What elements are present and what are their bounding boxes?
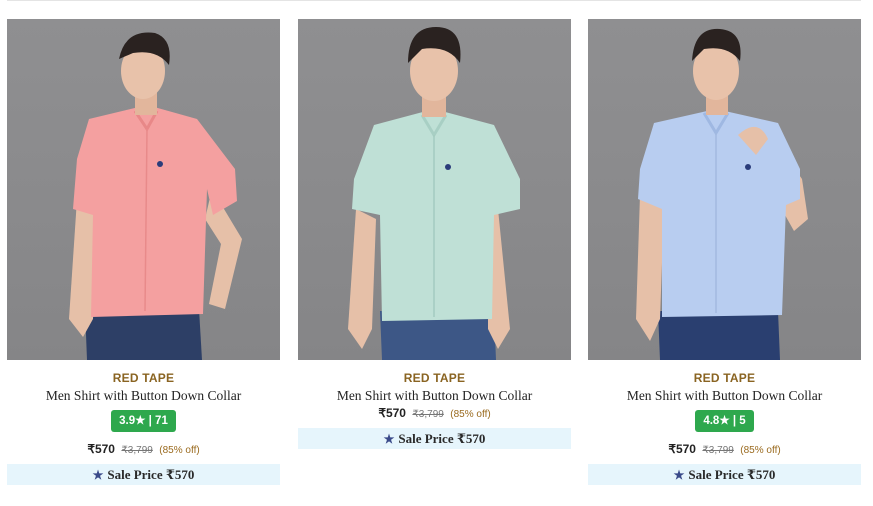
sale-price-banner: ★ Sale Price ₹570	[7, 464, 280, 485]
star-icon: ★	[383, 432, 395, 446]
sale-price-label: Sale Price ₹570	[398, 431, 486, 446]
rating-badge: 3.9★ | 71	[111, 410, 176, 432]
product-title[interactable]: Men Shirt with Button Down Collar	[588, 388, 861, 404]
top-divider	[7, 0, 861, 1]
product-title[interactable]: Men Shirt with Button Down Collar	[7, 388, 280, 404]
product-image[interactable]	[298, 19, 571, 360]
product-image[interactable]	[588, 19, 861, 360]
price-row: ₹570 ₹3,799 (85% off)	[7, 440, 280, 458]
discount-percent: (85% off)	[159, 445, 200, 456]
sale-price: ₹570	[668, 442, 696, 456]
star-icon: ★	[92, 468, 104, 482]
sale-price-label: Sale Price ₹570	[688, 467, 776, 482]
sale-price: ₹570	[378, 406, 406, 420]
original-price: ₹3,799	[412, 409, 444, 420]
original-price: ₹3,799	[121, 445, 153, 456]
sale-price: ₹570	[87, 442, 115, 456]
price-row: ₹570 ₹3,799 (85% off)	[298, 404, 571, 422]
sale-price-label: Sale Price ₹570	[107, 467, 195, 482]
product-image[interactable]	[7, 19, 280, 360]
rating-badge: 4.8★ | 5	[695, 410, 754, 432]
star-icon: ★	[673, 468, 685, 482]
product-card[interactable]: RED TAPE Men Shirt with Button Down Coll…	[588, 19, 861, 485]
original-price: ₹3,799	[702, 445, 734, 456]
discount-percent: (85% off)	[450, 409, 491, 420]
product-card[interactable]: RED TAPE Men Shirt with Button Down Coll…	[298, 19, 571, 449]
product-brand: RED TAPE	[112, 371, 175, 385]
sale-price-banner: ★ Sale Price ₹570	[298, 428, 571, 449]
product-brand: RED TAPE	[693, 371, 756, 385]
sale-price-banner: ★ Sale Price ₹570	[588, 464, 861, 485]
discount-percent: (85% off)	[740, 445, 781, 456]
product-title[interactable]: Men Shirt with Button Down Collar	[298, 388, 571, 404]
product-brand: RED TAPE	[403, 371, 466, 385]
price-row: ₹570 ₹3,799 (85% off)	[588, 440, 861, 458]
product-card[interactable]: RED TAPE Men Shirt with Button Down Coll…	[7, 19, 280, 485]
